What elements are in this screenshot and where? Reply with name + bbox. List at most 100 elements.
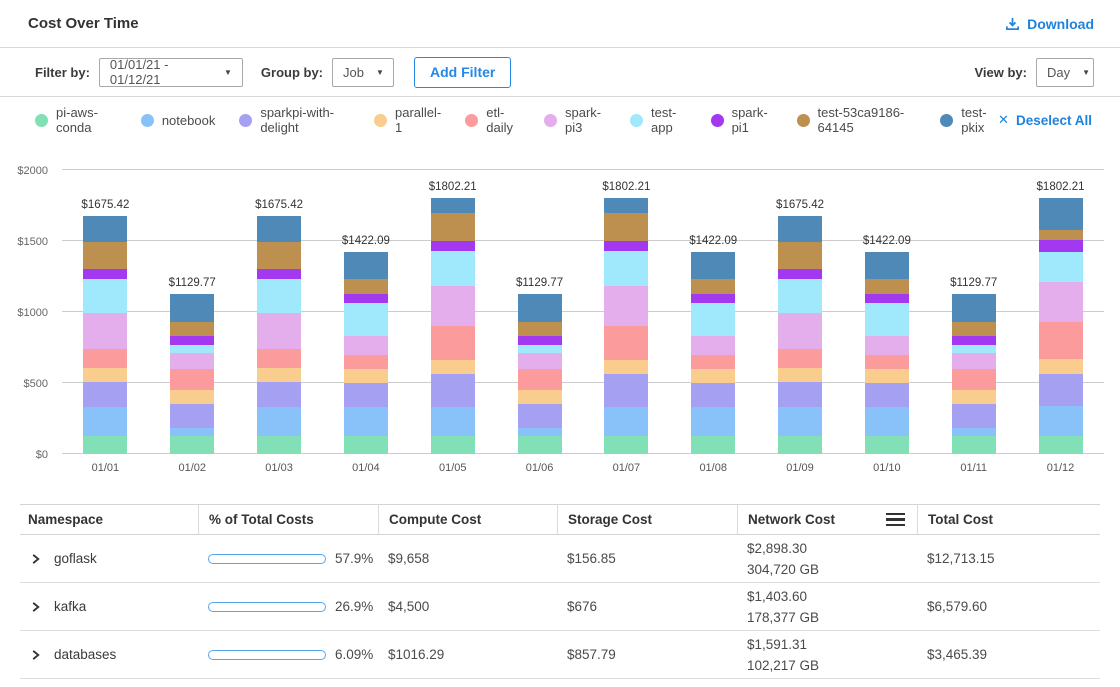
bar-segment-notebook[interactable] [170, 428, 214, 436]
bar-segment-parallel-1[interactable] [604, 360, 648, 374]
bar-segment-test-53ca9186-64145[interactable] [257, 242, 301, 269]
bar-segment-test-app[interactable] [83, 279, 127, 312]
bar-segment-pi-aws-conda[interactable] [604, 436, 648, 455]
bar-segment-sparkpi-with-delight[interactable] [344, 383, 388, 407]
bar-segment-test-pkix[interactable] [344, 252, 388, 279]
bar-segment-spark-pi1[interactable] [604, 241, 648, 251]
bar-segment-test-pkix[interactable] [691, 252, 735, 279]
bar-segment-notebook[interactable] [344, 407, 388, 435]
bar-segment-parallel-1[interactable] [952, 390, 996, 404]
bar-segment-notebook[interactable] [83, 407, 127, 435]
bar-segment-etl-daily[interactable] [604, 326, 648, 360]
bar-segment-spark-pi3[interactable] [518, 353, 562, 369]
bar-segment-etl-daily[interactable] [518, 369, 562, 390]
bar-segment-etl-daily[interactable] [778, 349, 822, 368]
bar-segment-spark-pi1[interactable] [778, 269, 822, 280]
bar-segment-spark-pi3[interactable] [344, 336, 388, 355]
bar-segment-test-53ca9186-64145[interactable] [691, 279, 735, 293]
bar-segment-test-pkix[interactable] [83, 216, 127, 242]
bar-segment-test-pkix[interactable] [257, 216, 301, 242]
bar-segment-parallel-1[interactable] [518, 390, 562, 404]
legend-item-pi-aws-conda[interactable]: pi-aws-conda [35, 105, 117, 135]
legend-item-notebook[interactable]: notebook [141, 113, 216, 128]
bar-segment-spark-pi3[interactable] [257, 313, 301, 349]
expand-chevron-icon[interactable] [30, 649, 41, 661]
bar-segment-pi-aws-conda[interactable] [691, 436, 735, 455]
bar-segment-test-pkix[interactable] [952, 294, 996, 322]
bar-segment-spark-pi1[interactable] [83, 269, 127, 280]
bar-segment-spark-pi3[interactable] [778, 313, 822, 349]
bar-segment-spark-pi1[interactable] [518, 336, 562, 345]
bar-segment-pi-aws-conda[interactable] [170, 436, 214, 455]
bar-segment-test-pkix[interactable] [518, 294, 562, 322]
bar-segment-sparkpi-with-delight[interactable] [170, 404, 214, 427]
bar-segment-parallel-1[interactable] [778, 368, 822, 382]
bar-segment-parallel-1[interactable] [83, 368, 127, 382]
bar-segment-pi-aws-conda[interactable] [344, 436, 388, 455]
legend-item-etl-daily[interactable]: etl-daily [465, 105, 520, 135]
bar-segment-test-53ca9186-64145[interactable] [83, 242, 127, 269]
bar-segment-sparkpi-with-delight[interactable] [778, 382, 822, 407]
bar-segment-sparkpi-with-delight[interactable] [865, 383, 909, 407]
bar-segment-pi-aws-conda[interactable] [778, 436, 822, 455]
legend-item-test-app[interactable]: test-app [630, 105, 687, 135]
bar-segment-test-53ca9186-64145[interactable] [778, 242, 822, 269]
bar-segment-spark-pi3[interactable] [865, 336, 909, 355]
bar-segment-spark-pi1[interactable] [865, 294, 909, 304]
bar-segment-test-app[interactable] [865, 303, 909, 336]
bar-segment-etl-daily[interactable] [83, 349, 127, 368]
bar-segment-test-53ca9186-64145[interactable] [604, 213, 648, 241]
bar-segment-test-53ca9186-64145[interactable] [865, 279, 909, 293]
bar-segment-test-app[interactable] [778, 279, 822, 312]
bar-segment-spark-pi1[interactable] [1039, 240, 1083, 252]
bar-segment-spark-pi1[interactable] [691, 294, 735, 304]
bar-segment-notebook[interactable] [518, 428, 562, 436]
bar-segment-test-pkix[interactable] [1039, 198, 1083, 230]
bar-segment-test-53ca9186-64145[interactable] [518, 322, 562, 336]
legend-item-test-53ca9186-64145[interactable]: test-53ca9186-64145 [797, 105, 917, 135]
bar-segment-pi-aws-conda[interactable] [952, 436, 996, 455]
bar-segment-notebook[interactable] [952, 428, 996, 436]
bar-segment-test-app[interactable] [604, 251, 648, 287]
bar-segment-test-app[interactable] [952, 345, 996, 354]
bar-segment-parallel-1[interactable] [431, 360, 475, 374]
bar-segment-etl-daily[interactable] [431, 326, 475, 360]
bar-segment-test-53ca9186-64145[interactable] [1039, 230, 1083, 240]
bar-segment-pi-aws-conda[interactable] [1039, 436, 1083, 455]
bar-segment-sparkpi-with-delight[interactable] [431, 374, 475, 407]
bar-segment-notebook[interactable] [1039, 406, 1083, 435]
bar-segment-etl-daily[interactable] [691, 355, 735, 369]
bar-segment-spark-pi3[interactable] [952, 353, 996, 369]
bar-segment-test-53ca9186-64145[interactable] [952, 322, 996, 336]
bar-segment-spark-pi1[interactable] [344, 294, 388, 304]
date-range-select[interactable]: 01/01/21 - 01/12/21 ▼ [99, 58, 243, 87]
bar-segment-test-pkix[interactable] [170, 294, 214, 322]
table-row-kafka[interactable]: kafka26.9%$4,500$676$1,403.60178,377 GB$… [20, 583, 1100, 631]
bar-segment-etl-daily[interactable] [257, 349, 301, 368]
bar-segment-parallel-1[interactable] [691, 369, 735, 383]
bar-segment-pi-aws-conda[interactable] [257, 436, 301, 455]
bar-segment-sparkpi-with-delight[interactable] [518, 404, 562, 427]
bar-segment-sparkpi-with-delight[interactable] [604, 374, 648, 407]
bar-segment-etl-daily[interactable] [865, 355, 909, 369]
bar-segment-parallel-1[interactable] [1039, 359, 1083, 374]
bar-segment-spark-pi3[interactable] [1039, 282, 1083, 322]
bar-segment-sparkpi-with-delight[interactable] [83, 382, 127, 407]
bar-segment-test-pkix[interactable] [778, 216, 822, 242]
bar-segment-test-53ca9186-64145[interactable] [170, 322, 214, 336]
bar-segment-spark-pi3[interactable] [170, 353, 214, 369]
bar-segment-test-app[interactable] [344, 303, 388, 336]
bar-segment-spark-pi1[interactable] [257, 269, 301, 280]
bar-segment-sparkpi-with-delight[interactable] [1039, 374, 1083, 407]
bar-segment-notebook[interactable] [604, 407, 648, 435]
bar-segment-notebook[interactable] [257, 407, 301, 435]
bar-segment-spark-pi3[interactable] [604, 286, 648, 326]
table-row-goflask[interactable]: goflask57.9%$9,658$156.85$2,898.30304,72… [20, 535, 1100, 583]
bar-segment-test-app[interactable] [1039, 252, 1083, 282]
download-button[interactable]: Download [1005, 16, 1094, 32]
add-filter-button[interactable]: Add Filter [414, 57, 511, 88]
legend-item-sparkpi-with-delight[interactable]: sparkpi-with-delight [239, 105, 350, 135]
expand-chevron-icon[interactable] [30, 553, 41, 565]
bar-segment-spark-pi1[interactable] [170, 336, 214, 345]
bar-segment-sparkpi-with-delight[interactable] [691, 383, 735, 407]
